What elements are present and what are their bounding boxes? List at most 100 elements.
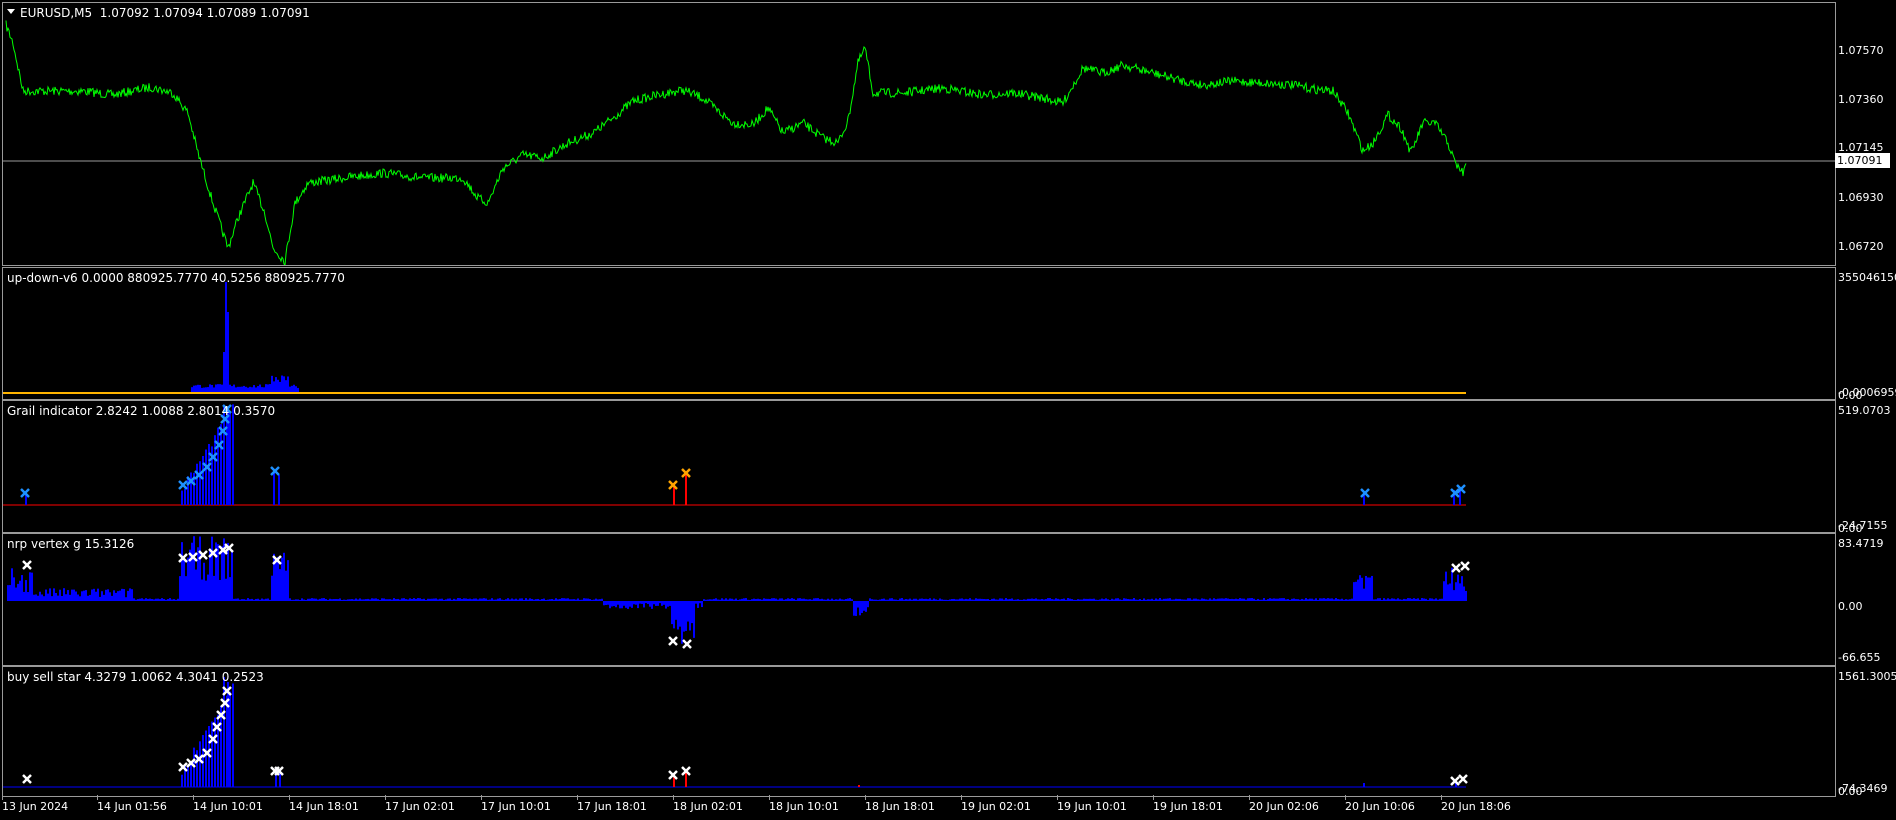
nrp-bar	[749, 599, 751, 601]
nrp-bar	[467, 598, 469, 601]
nrp-bar	[1281, 598, 1283, 601]
triangle-down-icon[interactable]	[7, 9, 15, 14]
nrp-bar	[481, 598, 483, 601]
nrp-bar	[995, 599, 997, 601]
nrp-bar	[1195, 598, 1197, 601]
time-axis-label: 20 Jun 10:06	[1345, 800, 1415, 813]
nrp-bar	[429, 598, 431, 601]
nrp-bar	[947, 599, 949, 601]
up-down-bar	[253, 385, 255, 392]
nrp-bar	[857, 601, 859, 608]
nrp-bar	[835, 599, 837, 601]
nrp-bar	[1029, 598, 1031, 601]
nrp-bar	[521, 598, 523, 601]
star-signal-marker	[22, 774, 32, 784]
nrp-bar	[431, 598, 433, 601]
nrp-bar	[853, 601, 855, 616]
nrp-bar	[565, 598, 567, 601]
up-down-bar	[279, 381, 281, 392]
nrp-bar	[885, 599, 887, 601]
nrp-bar	[1387, 598, 1389, 601]
nrp-bar	[1219, 598, 1221, 601]
up-down-bar	[245, 386, 247, 392]
nrp-bar	[1307, 599, 1309, 601]
nrp-bar	[669, 601, 671, 606]
nrp-bar	[675, 601, 677, 620]
nrp-bar	[301, 598, 303, 601]
nrp-bar	[1179, 598, 1181, 601]
nrp-bar	[169, 598, 171, 601]
nrp-bar	[1423, 598, 1425, 601]
nrp-bar	[617, 601, 619, 605]
nrp-bar	[1419, 599, 1421, 601]
nrp-bar	[563, 598, 565, 601]
nrp-bar	[775, 598, 777, 601]
indicator-pane-nrp-vertex[interactable]: nrp vertex g 15.3126	[2, 533, 1836, 666]
nrp-vertex-marker	[682, 639, 692, 649]
nrp-bar	[867, 601, 869, 608]
nrp-bar	[953, 598, 955, 601]
up-down-bar	[233, 384, 235, 392]
nrp-bar	[547, 599, 549, 601]
nrp-bar	[295, 599, 297, 601]
nrp-bar	[1257, 598, 1259, 601]
nrp-bar	[1255, 599, 1257, 601]
grail-bar	[232, 404, 234, 505]
nrp-bar	[1077, 599, 1079, 601]
nrp-bar	[339, 598, 341, 601]
nrp-bar	[1023, 599, 1025, 601]
nrp-bar	[171, 599, 173, 601]
nrp-bar	[889, 598, 891, 601]
nrp-bar	[393, 598, 395, 601]
nrp-bar	[477, 599, 479, 601]
nrp-bar	[643, 601, 645, 608]
nrp-bar	[583, 598, 585, 601]
nrp-bar	[603, 601, 605, 606]
nrp-bar	[1227, 598, 1229, 601]
nrp-bar	[1249, 598, 1251, 601]
nrp-bar	[1349, 599, 1351, 601]
nrp-bar	[929, 598, 931, 601]
nrp-bar	[65, 594, 67, 601]
nrp-bar	[781, 598, 783, 601]
nrp-bar	[377, 599, 379, 601]
nrp-bar	[1263, 598, 1265, 601]
price-chart-pane[interactable]: EURUSD,M5 1.07092 1.07094 1.07089 1.0709…	[2, 2, 1836, 266]
nrp-bar	[77, 594, 79, 601]
nrp-bar	[151, 598, 153, 601]
nrp-bar	[373, 598, 375, 601]
nrp-bar	[115, 592, 117, 601]
up-down-bar	[261, 387, 263, 392]
nrp-bar	[1091, 598, 1093, 601]
nrp-bar	[635, 601, 637, 605]
nrp-bar	[1329, 598, 1331, 601]
nrp-bar	[1321, 598, 1323, 601]
indicator-pane-grail[interactable]: Grail indicator 2.8242 1.0088 2.8014 0.3…	[2, 400, 1836, 533]
nrp-bar	[537, 598, 539, 601]
nrp-bar	[1139, 598, 1141, 601]
indicator-axis-label: 0.00	[1838, 600, 1863, 613]
nrp-bar	[831, 598, 833, 601]
nrp-bar	[1337, 599, 1339, 601]
nrp-bar	[735, 598, 737, 601]
nrp-bar	[881, 598, 883, 601]
indicator-pane-up-down[interactable]: up-down-v6 0.0000 880925.7770 40.5256 88…	[2, 267, 1836, 400]
nrp-bar	[7, 585, 9, 601]
nrp-bar	[323, 598, 325, 601]
time-axis-label: 14 Jun 10:01	[193, 800, 263, 813]
nrp-bar	[139, 598, 141, 601]
nrp-bar	[923, 598, 925, 601]
nrp-bar	[921, 598, 923, 601]
nrp-bar	[999, 598, 1001, 601]
up-down-bar	[231, 386, 233, 392]
nrp-bar	[499, 598, 501, 601]
nrp-bar	[1223, 598, 1225, 601]
nrp-bar	[1431, 598, 1433, 601]
indicator-pane-buy-sell-star[interactable]: buy sell star 4.3279 1.0062 4.3041 0.252…	[2, 666, 1836, 797]
indicator-title: nrp vertex g 15.3126	[7, 537, 135, 551]
nrp-bar	[491, 598, 493, 601]
nrp-bar	[1205, 599, 1207, 601]
nrp-bar	[363, 599, 365, 601]
nrp-bar	[1135, 599, 1137, 601]
up-down-bar	[225, 282, 227, 392]
